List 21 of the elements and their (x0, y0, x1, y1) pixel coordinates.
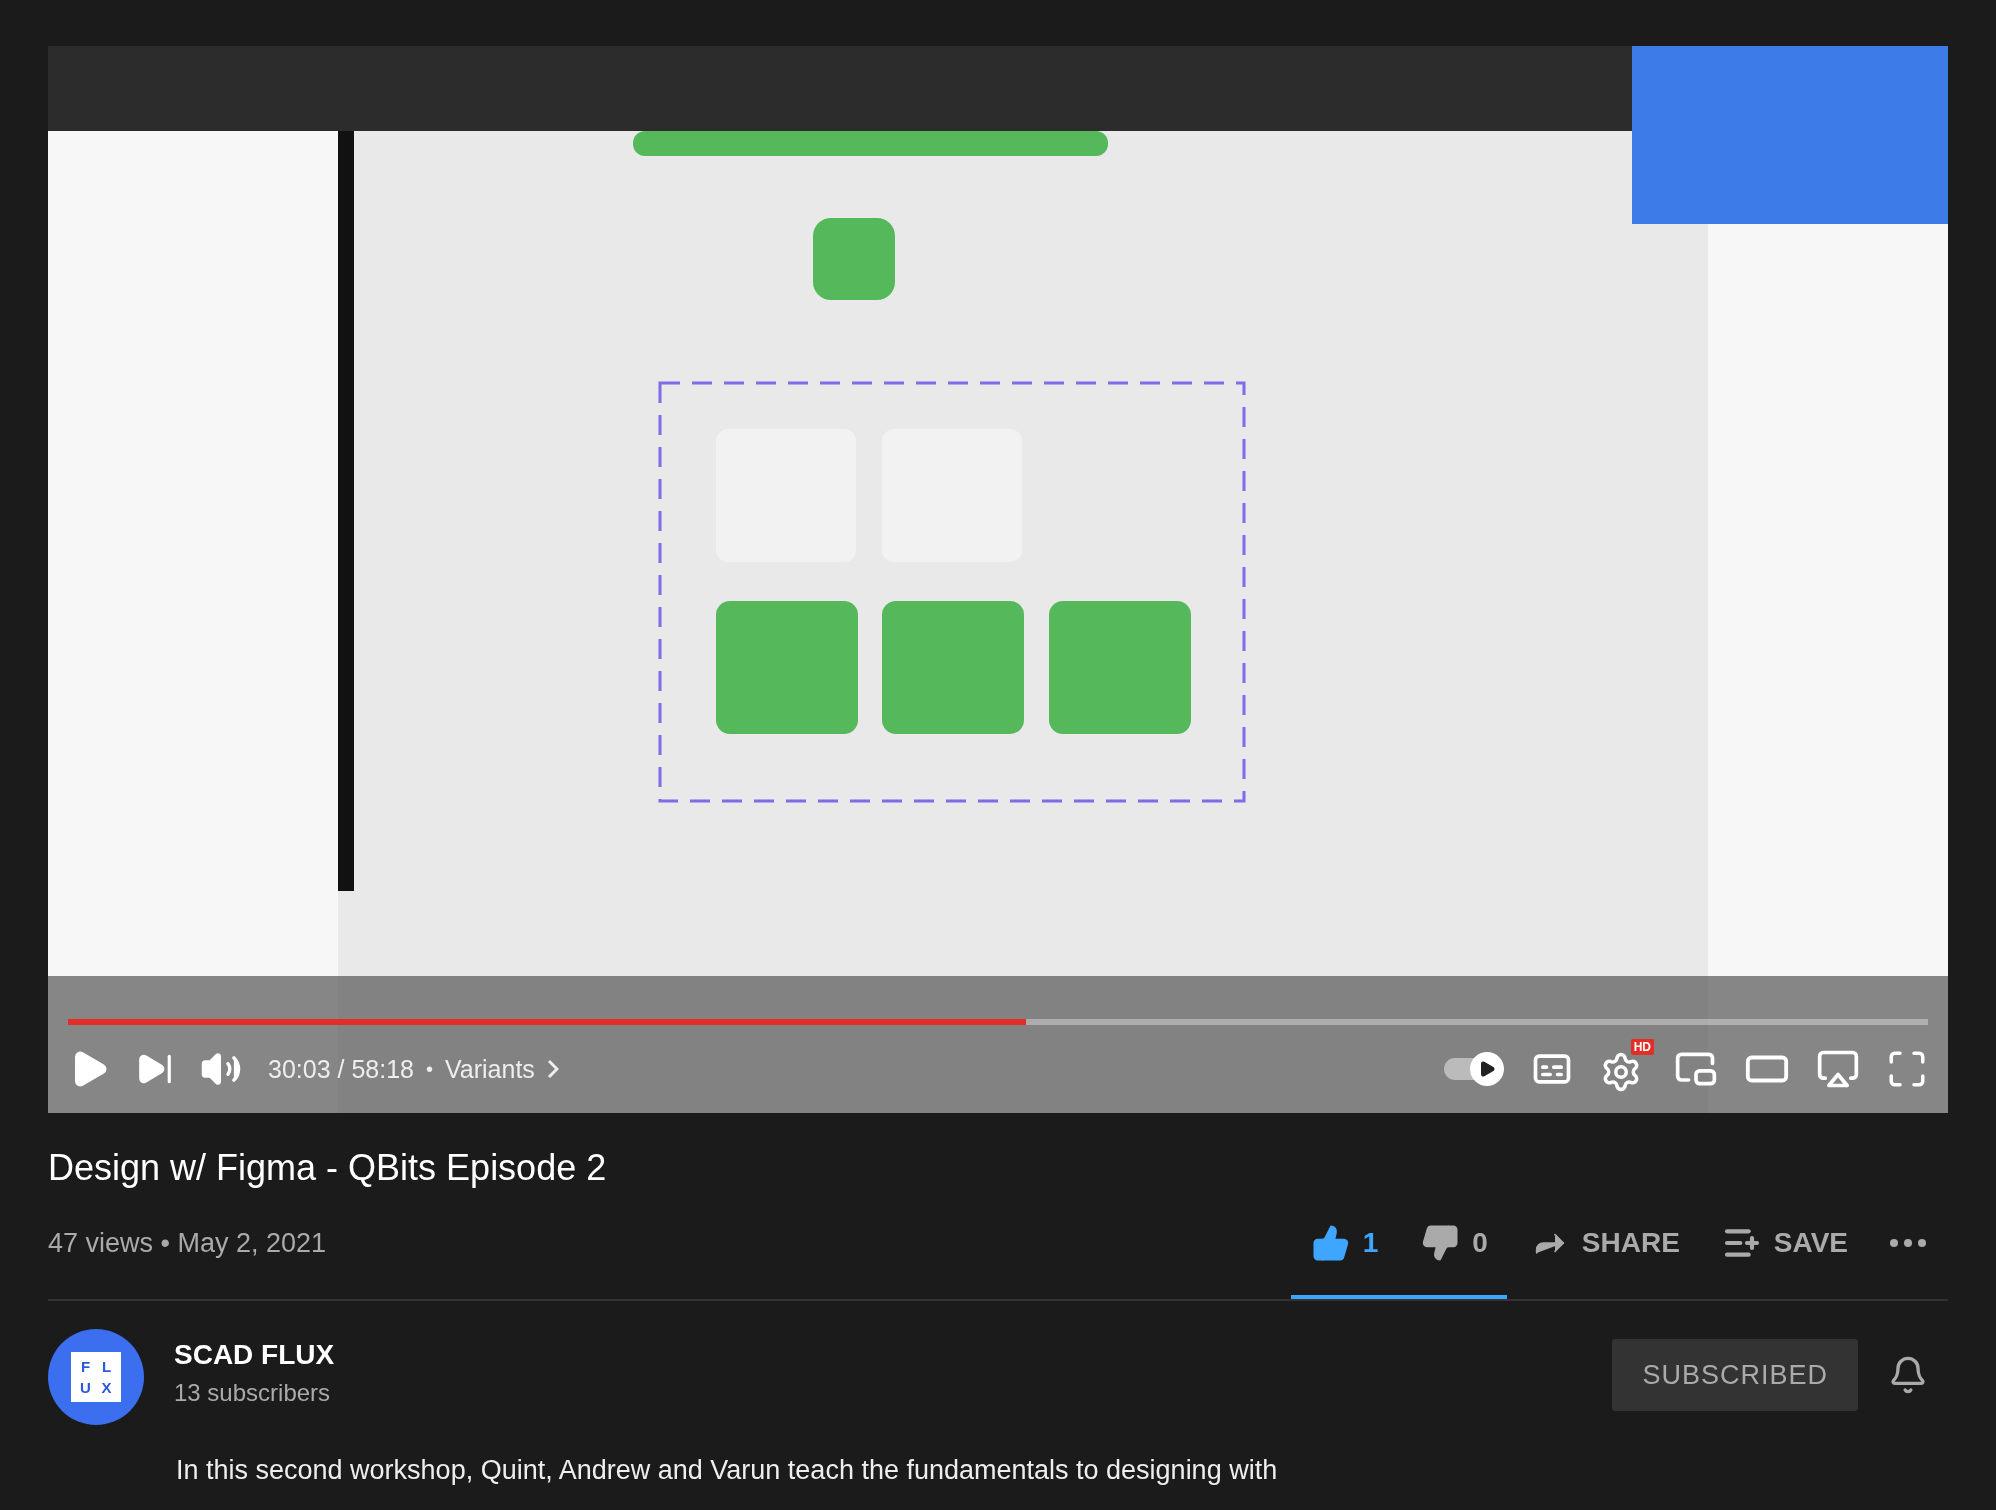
thumbs-down-icon (1420, 1223, 1461, 1263)
autoplay-toggle[interactable] (1444, 1052, 1504, 1086)
progress-bar[interactable] (68, 1019, 1928, 1025)
channel-avatar[interactable]: F L U X (48, 1329, 144, 1425)
time-display: 30:03 / 58:18 (268, 1054, 414, 1084)
video-description: In this second workshop, Quint, Andrew and Varun teach the fundamentals to designing with (176, 1455, 1279, 1486)
dislike-button[interactable]: 0 (1400, 1223, 1488, 1263)
share-button[interactable]: SHARE (1509, 1223, 1680, 1263)
video-title: Design w/ Figma - QBits Episode 2 (48, 1147, 608, 1189)
more-icon (1890, 1239, 1926, 1247)
hd-badge: HD (1630, 1039, 1654, 1055)
separator-dot: • (425, 1057, 433, 1081)
subscribe-button[interactable]: SUBSCRIBED (1612, 1339, 1858, 1411)
play-icon (1478, 1060, 1496, 1078)
save-button[interactable]: SAVE (1701, 1223, 1848, 1263)
like-button[interactable]: 1 (1290, 1223, 1379, 1263)
channel-name[interactable]: SCAD FLUX (174, 1339, 335, 1371)
notification-bell-button[interactable] (1888, 1355, 1928, 1395)
chevron-right-icon (546, 1059, 559, 1079)
view-count-date: 47 views • May 2, 2021 (48, 1227, 327, 1259)
subscriber-count: 13 subscribers (174, 1379, 332, 1407)
